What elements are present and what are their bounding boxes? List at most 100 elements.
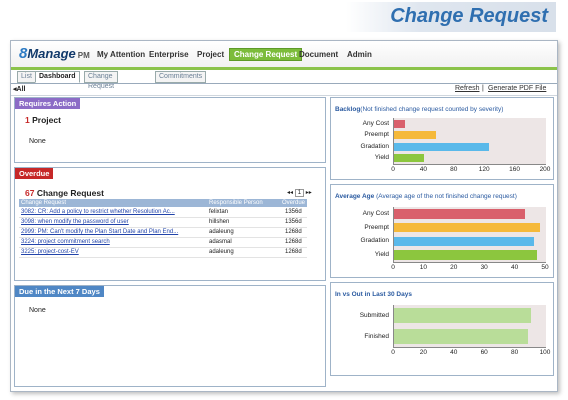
chart-bar[interactable] [394, 154, 425, 163]
in-vs-out-chart: Submitted Finished 0 20 40 60 80 100 [331, 305, 553, 359]
chart-bar[interactable] [394, 131, 436, 140]
overdue-header: Overdue [15, 168, 54, 179]
average-age-title: Average Age [335, 193, 375, 200]
in-vs-out-panel: In vs Out in Last 30 Days Submitted Finis… [330, 282, 554, 376]
category-label: Submitted [359, 311, 389, 319]
due-next-panel: Due in the Next 7 Days None [14, 285, 326, 387]
in-vs-out-title: In vs Out in Last 30 Days [335, 291, 412, 298]
generate-pdf-link[interactable]: Generate PDF File [488, 85, 546, 92]
row-person: adaleung [209, 229, 234, 235]
refresh-link[interactable]: Refresh [455, 85, 480, 92]
chart-bar[interactable] [394, 236, 534, 247]
chart-bar[interactable] [394, 142, 489, 151]
overdue-panel: Overdue 67 Change Request ◂◂ 1 ▸▸ Change… [14, 167, 326, 281]
x-tick-label: 40 [510, 264, 519, 271]
overdue-label[interactable]: Change Request [37, 188, 104, 198]
x-tick-label: 120 [478, 166, 490, 173]
row-title[interactable]: 2999: PM: Can't modify the Plan Start Da… [21, 228, 201, 237]
average-age-subtitle: (Average age of the not finished change … [376, 193, 517, 200]
scope-all[interactable]: ◂All [13, 85, 25, 93]
table-row: 3225: project-cost-EV adaleung 1268d [19, 248, 307, 258]
row-overdue: 1268d [285, 239, 302, 245]
logo-suffix: PM [77, 51, 90, 60]
x-tick-label: 20 [450, 264, 458, 271]
x-tick-label: 160 [509, 166, 521, 173]
chart-bar[interactable] [394, 222, 540, 233]
category-label: Gradation [360, 237, 389, 245]
chart-bar[interactable] [394, 250, 537, 260]
scope-all-label: All [16, 86, 26, 93]
chart-bar[interactable] [394, 209, 525, 219]
row-title[interactable]: 3098: when modify the password of user [21, 218, 201, 227]
chart-bar[interactable] [394, 119, 406, 128]
row-title[interactable]: 3225: project-cost-EV [21, 248, 201, 257]
backlog-title: Backlog [335, 106, 361, 113]
x-tick-label: 60 [480, 349, 488, 356]
x-tick-label: 40 [450, 349, 458, 356]
row-person: adasmal [209, 239, 232, 245]
tab-dashboard[interactable]: Dashboard [35, 71, 80, 83]
requires-action-header: Requires Action [15, 98, 81, 109]
category-label: Any Cost [362, 119, 389, 127]
overdue-count: 67 [25, 188, 35, 198]
table-row: 3082: CR: Add a policy to restrict wheth… [19, 208, 307, 218]
nav-change-request[interactable]: Change Request [229, 48, 303, 61]
requires-action-none: None [29, 138, 46, 145]
row-title[interactable]: 3224: project commitment search [21, 238, 201, 247]
average-age-chart: Any Cost Preempt Gradation Yield 0 10 20 30 40 50 [331, 207, 553, 274]
filter-row: ◂All Refresh | Generate PDF File [11, 83, 557, 96]
category-label: Any Cost [362, 209, 389, 217]
table-row: 3224: project commitment search adasmal … [19, 238, 307, 248]
brand-logo: 8Manage PM [19, 45, 90, 62]
col-overdue[interactable]: Overdue [282, 199, 305, 207]
due-next-none: None [29, 307, 46, 314]
nav-admin[interactable]: Admin [347, 50, 372, 59]
tab-commitments[interactable]: Commitments [155, 71, 207, 83]
backlog-subtitle: (Not finished change request counted by … [360, 106, 504, 113]
first-page-icon[interactable]: ◂◂ [287, 190, 293, 196]
average-age-title-line: Average Age (Average age of the not fini… [335, 193, 517, 200]
table-row: 3098: when modify the password of user h… [19, 218, 307, 228]
nav-enterprise[interactable]: Enterprise [149, 50, 189, 59]
logo-word: Manage [27, 46, 76, 61]
x-tick-label: 40 [419, 166, 427, 173]
average-age-panel: Average Age (Average age of the not fini… [330, 184, 554, 278]
category-label: Preempt [364, 131, 389, 139]
category-label: Preempt [364, 223, 389, 231]
category-label: Finished [364, 332, 389, 340]
category-label: Yield [374, 251, 389, 259]
overdue-table-header: Change Request Responsible Person Overdu… [19, 199, 307, 207]
backlog-chart: Any Cost Preempt Gradation Yield 0 40 80 120 160… [331, 118, 553, 176]
tab-list[interactable]: List [17, 71, 36, 83]
chart-bar[interactable] [394, 308, 531, 323]
row-title[interactable]: 3082: CR: Add a policy to restrict wheth… [21, 208, 201, 217]
col-responsible-person[interactable]: Responsible Person [209, 199, 263, 207]
row-person: felixtan [209, 209, 229, 215]
category-label: Gradation [360, 142, 389, 150]
nav-project[interactable]: Project [197, 50, 224, 59]
x-tick-label: 80 [510, 349, 519, 356]
category-label: Yield [374, 154, 389, 162]
tab-change-request[interactable]: Change Request [84, 71, 119, 90]
row-overdue: 1356d [285, 209, 302, 215]
headline-banner: Change Request [346, 2, 556, 32]
nav-my-attention[interactable]: My Attention [97, 50, 145, 59]
col-change-request[interactable]: Change Request [21, 199, 66, 207]
app-window: 8Manage PM My Attention Enterprise Projec… [10, 40, 558, 392]
due-next-header: Due in the Next 7 Days [15, 286, 104, 297]
x-tick-label: 20 [419, 349, 427, 356]
x-tick-label: 100 [539, 349, 551, 356]
last-page-icon[interactable]: ▸▸ [306, 190, 312, 196]
top-navigation-bar: 8Manage PM My Attention Enterprise Projec… [11, 41, 557, 70]
row-overdue: 1268d [285, 249, 302, 255]
page-current[interactable]: 1 [294, 189, 305, 197]
overdue-summary: 67 Change Request [25, 188, 104, 198]
nav-document[interactable]: Document [299, 50, 338, 59]
x-tick-label: 200 [539, 166, 551, 173]
table-row: 2999: PM: Can't modify the Plan Start Da… [19, 228, 307, 238]
x-tick-label: 80 [450, 166, 458, 173]
requires-action-label[interactable]: Project [32, 115, 61, 125]
backlog-panel: Backlog(Not finished change request coun… [330, 97, 554, 180]
requires-action-count: 1 [25, 115, 30, 125]
chart-bar[interactable] [394, 329, 528, 344]
